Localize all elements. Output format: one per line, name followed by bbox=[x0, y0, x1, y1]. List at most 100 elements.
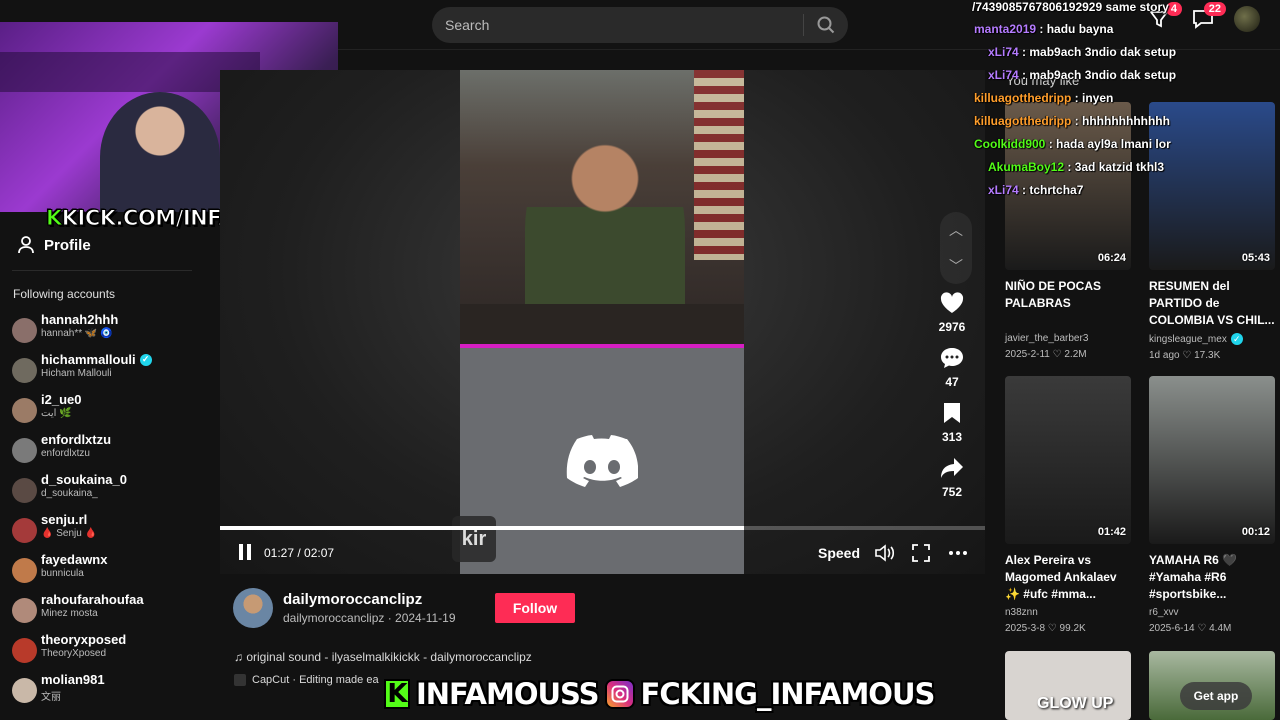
rec-meta: 1d ago ♡ 17.3K bbox=[1149, 350, 1221, 361]
sidebar-item-profile[interactable]: Profile bbox=[18, 236, 91, 254]
search-bar[interactable] bbox=[432, 7, 848, 43]
account-name: rahoufarahoufaa bbox=[41, 592, 144, 607]
sidebar-account[interactable]: i2_ue0 ايت 🌿 bbox=[12, 392, 152, 432]
search-icon bbox=[817, 16, 835, 34]
rec-duration: 05:43 bbox=[1241, 252, 1270, 264]
account-name: molian981 bbox=[41, 672, 105, 687]
discord-logo-icon bbox=[566, 435, 638, 487]
account-name: theoryxposed bbox=[41, 632, 127, 647]
more-options-button[interactable] bbox=[947, 542, 969, 564]
chat-message: AkumaBoy12 : 3ad katzid tkhl3 bbox=[988, 160, 1164, 174]
account-avatar bbox=[12, 598, 37, 623]
sidebar-account[interactable]: enfordlxtzu enfordlxtzu bbox=[12, 432, 152, 472]
speed-button[interactable]: Speed bbox=[818, 545, 860, 561]
rec-card[interactable]: 01:42 Alex Pereira vs Magomed Ankalaev ✨ … bbox=[1005, 376, 1131, 634]
account-avatar bbox=[12, 438, 37, 463]
time-display: 01:27 / 02:07 bbox=[264, 546, 335, 560]
chat-message: manta2019 : hadu bayna bbox=[974, 22, 1113, 36]
rec-card[interactable]: 00:12 YAMAHA R6 🖤 #Yamaha #R6 #sportsbike… bbox=[1149, 376, 1275, 634]
chat-username: killuagotthedripp bbox=[974, 91, 1072, 105]
video-frame[interactable] bbox=[460, 70, 744, 574]
verified-icon: ✓ bbox=[1230, 333, 1243, 345]
search-button[interactable] bbox=[804, 7, 848, 43]
rec-author[interactable]: n38znn bbox=[1005, 607, 1038, 618]
user-avatar[interactable] bbox=[1234, 6, 1260, 32]
account-avatar bbox=[12, 638, 37, 663]
pause-button[interactable] bbox=[238, 544, 252, 560]
rec-title: Alex Pereira vs Magomed Ankalaev ✨ #ufc … bbox=[1005, 553, 1117, 601]
following-list: hannah2hhh hannah** 🦋 🧿 hichammallouli ✓ Hic… bbox=[12, 312, 152, 712]
volume-button[interactable] bbox=[874, 542, 896, 564]
chevron-down-icon: ﹀ bbox=[949, 258, 963, 274]
chat-text: : mab9ach 3ndio dak setup bbox=[1018, 45, 1177, 59]
chevron-up-icon: ︿ bbox=[949, 222, 963, 238]
rec-card-partial[interactable]: GLOW UP bbox=[1005, 651, 1131, 720]
like-button[interactable]: 2976 bbox=[939, 292, 965, 334]
account-nickname: enfordlxtzu bbox=[41, 448, 90, 459]
chat-text: : hada ayl9a lmani lor bbox=[1045, 137, 1171, 151]
rec-duration: 06:24 bbox=[1097, 252, 1126, 264]
fullscreen-icon bbox=[912, 544, 930, 562]
save-count: 313 bbox=[941, 430, 963, 444]
creator-name[interactable]: dailymoroccanclipz bbox=[283, 591, 422, 608]
account-name: d_soukaina_0 bbox=[41, 472, 127, 487]
progress-fill bbox=[220, 526, 745, 530]
sidebar-account[interactable]: rahoufarahoufaa Minez mosta bbox=[12, 592, 152, 632]
account-nickname: TheoryXposed bbox=[41, 648, 107, 659]
streamer-banner: K INFAMOUSS FCKING_INFAMOUS bbox=[384, 674, 935, 714]
rec-meta: 2025-6-14 ♡ 4.4M bbox=[1149, 623, 1232, 634]
sidebar-account[interactable]: fayedawnx bunnicula bbox=[12, 552, 152, 592]
account-avatar bbox=[12, 558, 37, 583]
messages-button[interactable]: 22 bbox=[1190, 2, 1226, 32]
rec-duration: 01:42 bbox=[1097, 526, 1126, 538]
video-player[interactable]: kir ︿ ﹀ 2976 47 313 752 01:27 / 02:07 Sp… bbox=[220, 70, 985, 574]
chat-username: Coolkidd900 bbox=[974, 137, 1046, 151]
get-app-button[interactable]: Get app bbox=[1180, 682, 1252, 710]
volume-icon bbox=[875, 544, 895, 562]
sidebar-account[interactable]: hichammallouli ✓ Hicham Mallouli bbox=[12, 352, 152, 392]
chat-message: xLi74 : mab9ach 3ndio dak setup bbox=[988, 68, 1176, 82]
chat-text: : tchrtcha7 bbox=[1018, 183, 1084, 197]
rec-author[interactable]: javier_the_barber3 bbox=[1005, 333, 1088, 344]
sidebar-account[interactable]: senju.rl 🩸 Senju 🩸 bbox=[12, 512, 152, 552]
sidebar-account[interactable]: hannah2hhh hannah** 🦋 🧿 bbox=[12, 312, 152, 352]
rec-title: YAMAHA R6 🖤 #Yamaha #R6 #sportsbike... bbox=[1149, 553, 1238, 601]
search-input[interactable] bbox=[432, 17, 803, 33]
save-button[interactable]: 313 bbox=[942, 402, 962, 444]
capcut-icon bbox=[234, 674, 246, 686]
video-nav: ︿ ﹀ bbox=[940, 212, 972, 284]
account-nickname: 文丽 bbox=[41, 692, 61, 703]
sidebar-account[interactable]: d_soukaina_0 d_soukaina_ bbox=[12, 472, 152, 512]
sound-link[interactable]: ♫ original sound - ilyaselmalkikickk - d… bbox=[234, 650, 532, 664]
capcut-link[interactable]: CapCut · Editing made ea bbox=[234, 674, 379, 686]
comment-button[interactable]: 47 bbox=[940, 347, 964, 389]
rec-title: NIÑO DE POCAS PALABRAS bbox=[1005, 279, 1102, 310]
bookmark-icon bbox=[944, 403, 960, 423]
account-avatar bbox=[12, 518, 37, 543]
account-name: fayedawnx bbox=[41, 552, 108, 567]
account-nickname: hannah** 🦋 🧿 bbox=[41, 328, 113, 339]
follow-button[interactable]: Follow bbox=[495, 593, 575, 623]
rec-author[interactable]: kingsleague_mex bbox=[1149, 334, 1227, 345]
account-avatar bbox=[12, 318, 37, 343]
chat-username: xLi74 bbox=[988, 68, 1019, 82]
sidebar-account[interactable]: theoryxposed TheoryXposed bbox=[12, 632, 152, 672]
account-avatar bbox=[12, 398, 37, 423]
sidebar-account[interactable]: molian981 文丽 bbox=[12, 672, 152, 712]
share-icon bbox=[941, 458, 963, 478]
previous-video-button[interactable]: ︿ bbox=[940, 212, 972, 248]
sidebar-divider bbox=[12, 270, 192, 271]
share-button[interactable]: 752 bbox=[940, 457, 964, 499]
following-heading: Following accounts bbox=[13, 287, 116, 301]
creator-avatar[interactable] bbox=[233, 588, 273, 628]
account-avatar bbox=[12, 358, 37, 383]
rec-meta: 2025-3-8 ♡ 99.2K bbox=[1005, 623, 1086, 634]
next-video-button[interactable]: ﹀ bbox=[940, 248, 972, 284]
comment-count: 47 bbox=[945, 375, 959, 389]
account-name: enfordlxtzu bbox=[41, 432, 112, 447]
progress-bar[interactable] bbox=[220, 526, 985, 530]
rec-author[interactable]: r6_xvv bbox=[1149, 607, 1178, 618]
fullscreen-button[interactable] bbox=[910, 542, 932, 564]
rec-title: RESUMEN del PARTIDO de COLOMBIA VS CHIL.… bbox=[1149, 279, 1275, 327]
chat-text: : hadu bayna bbox=[1036, 22, 1114, 36]
